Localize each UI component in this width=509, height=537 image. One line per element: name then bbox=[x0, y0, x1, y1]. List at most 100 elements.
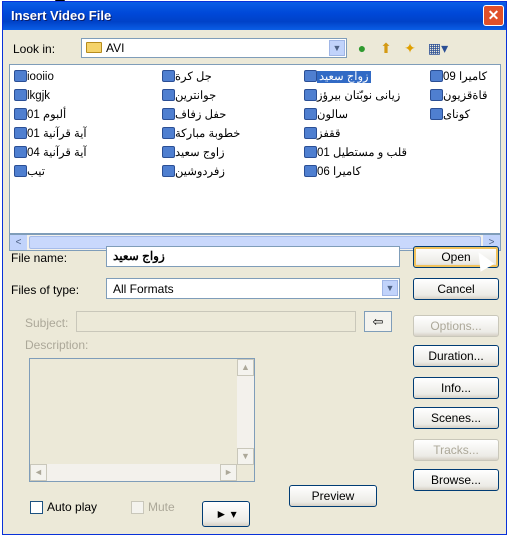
video-file-icon bbox=[430, 107, 443, 120]
video-file-icon bbox=[304, 69, 317, 82]
video-file-icon bbox=[304, 164, 317, 177]
file-item[interactable]: lkgjk bbox=[14, 88, 50, 104]
file-item-label: قلب و مستطيل 01 bbox=[317, 147, 408, 159]
video-file-icon bbox=[14, 164, 27, 177]
description-vscroll: ▲ ▼ bbox=[237, 359, 254, 465]
scroll-down-icon: ▼ bbox=[237, 448, 254, 465]
file-item-label: جل كرة bbox=[175, 71, 212, 83]
video-file-icon bbox=[162, 88, 175, 101]
file-item[interactable]: جوانترين bbox=[162, 88, 216, 104]
file-item-label: كاميرا 06 bbox=[317, 166, 362, 178]
file-type-label: Files of type: bbox=[11, 283, 80, 297]
subject-field bbox=[76, 311, 356, 332]
description-hscroll: ◄ ► bbox=[30, 464, 237, 481]
file-item-label: آية قرآنية 04 bbox=[27, 147, 87, 159]
file-item-label: زفردوشين bbox=[175, 166, 225, 178]
chevron-down-icon[interactable]: ▼ bbox=[329, 40, 345, 56]
file-name-input[interactable]: زواج سعيد bbox=[106, 246, 400, 267]
back-icon[interactable]: ● bbox=[351, 38, 373, 58]
file-item[interactable]: تيب bbox=[14, 164, 45, 180]
scroll-left-button[interactable]: < bbox=[10, 235, 27, 250]
info-button[interactable]: Info... bbox=[413, 377, 499, 399]
file-item-label: زواج سعيد bbox=[317, 71, 371, 83]
scenes-button[interactable]: Scenes... bbox=[413, 407, 499, 429]
file-item[interactable]: iooiio bbox=[14, 69, 54, 85]
scroll-up-icon: ▲ bbox=[237, 359, 254, 376]
auto-play-checkbox[interactable] bbox=[30, 501, 43, 514]
file-item-label: سالون bbox=[317, 109, 349, 121]
file-item[interactable]: آية قرآنية 04 bbox=[14, 145, 87, 161]
file-item-label: حفل زفاف bbox=[175, 109, 227, 121]
cancel-button[interactable]: Cancel bbox=[413, 278, 499, 300]
new-folder-icon[interactable]: ✦ bbox=[399, 38, 421, 58]
video-file-icon bbox=[162, 164, 175, 177]
file-item[interactable]: زاوج سعيد bbox=[162, 145, 225, 161]
insert-video-dialog: Insert Video File ✕ Look in: AVI ▼ ● ⬆ ✦… bbox=[2, 1, 507, 535]
file-item[interactable]: قاةقزيون bbox=[430, 88, 487, 104]
video-file-icon bbox=[162, 145, 175, 158]
up-folder-icon[interactable]: ⬆ bbox=[375, 38, 397, 58]
subject-label: Subject: bbox=[25, 316, 69, 330]
file-item[interactable]: كاميرا 09 bbox=[430, 69, 487, 85]
file-item[interactable]: زفردوشين bbox=[162, 164, 225, 180]
file-item-label: آية قرآنية 01 bbox=[27, 128, 87, 140]
browse-button[interactable]: Browse... bbox=[413, 469, 499, 491]
file-item[interactable]: كوناى bbox=[430, 107, 470, 123]
look-in-label: Look in: bbox=[13, 42, 56, 56]
options-button: Options... bbox=[413, 315, 499, 337]
play-dropdown-button[interactable]: ► ▾ bbox=[202, 501, 250, 527]
file-item[interactable]: ألبوم 01 bbox=[14, 107, 66, 123]
file-item[interactable]: كاميرا 06 bbox=[304, 164, 361, 180]
file-type-select[interactable]: All Formats ▼ bbox=[106, 278, 400, 299]
file-item[interactable]: ققفز bbox=[304, 126, 340, 142]
scroll-right-icon: ► bbox=[220, 464, 237, 481]
preview-button[interactable]: Preview bbox=[289, 485, 377, 507]
file-item-label: lkgjk bbox=[27, 90, 51, 102]
mute-checkbox bbox=[131, 501, 144, 514]
file-item[interactable]: آية قرآنية 01 bbox=[14, 126, 87, 142]
file-item-label: زيانى نوبّتان بيرؤز bbox=[317, 90, 401, 102]
file-item[interactable]: زواج سعيد bbox=[304, 69, 371, 85]
file-type-value: All Formats bbox=[113, 282, 174, 296]
file-item[interactable]: خطوبة مباركة bbox=[162, 126, 240, 142]
video-file-icon bbox=[14, 107, 27, 120]
video-file-icon bbox=[14, 145, 27, 158]
file-item-label: ألبوم 01 bbox=[27, 109, 67, 121]
subject-arrow-button[interactable]: ⇦ bbox=[364, 311, 392, 332]
video-file-icon bbox=[14, 126, 27, 139]
file-item[interactable]: جل كرة bbox=[162, 69, 212, 85]
file-list[interactable]: iooiio lkgjk ألبوم 01 آية قرآنية 01 آية قرآن… bbox=[9, 64, 501, 234]
close-button[interactable]: ✕ bbox=[483, 5, 504, 26]
video-file-icon bbox=[162, 107, 175, 120]
file-item-label: ققفز bbox=[317, 128, 341, 140]
description-label: Description: bbox=[25, 338, 89, 352]
file-item-label: قاةقزيون bbox=[443, 90, 488, 102]
look-in-combo[interactable]: AVI ▼ bbox=[81, 38, 347, 58]
look-in-value: AVI bbox=[106, 41, 125, 55]
mute-label: Mute bbox=[148, 500, 175, 514]
file-item[interactable]: زيانى نوبّتان بيرؤز bbox=[304, 88, 400, 104]
file-item[interactable]: حفل زفاف bbox=[162, 107, 226, 123]
file-item-label: تيب bbox=[27, 166, 45, 178]
file-name-label: File name: bbox=[11, 251, 68, 265]
file-name-value: زواج سعيد bbox=[113, 249, 165, 263]
description-area: ▲ ▼ ◄ ► bbox=[29, 358, 255, 482]
tracks-button: Tracks... bbox=[413, 439, 499, 461]
views-menu-icon[interactable]: ▦▾ bbox=[423, 38, 453, 58]
video-file-icon bbox=[304, 107, 317, 120]
video-file-icon bbox=[304, 145, 317, 158]
file-item[interactable]: سالون bbox=[304, 107, 348, 123]
video-file-icon bbox=[304, 88, 317, 101]
file-item-label: كاميرا 09 bbox=[443, 71, 488, 83]
duration-button[interactable]: Duration... bbox=[413, 345, 499, 367]
auto-play-label: Auto play bbox=[47, 500, 98, 514]
chevron-down-icon[interactable]: ▼ bbox=[382, 280, 398, 296]
video-file-icon bbox=[14, 69, 27, 82]
file-item-label: iooiio bbox=[27, 71, 54, 83]
video-file-icon bbox=[162, 126, 175, 139]
file-item-label: خطوبة مباركة bbox=[175, 128, 241, 140]
scroll-left-icon: ◄ bbox=[30, 464, 47, 481]
folder-icon bbox=[86, 42, 102, 53]
file-item[interactable]: قلب و مستطيل 01 bbox=[304, 145, 407, 161]
video-file-icon bbox=[162, 69, 175, 82]
